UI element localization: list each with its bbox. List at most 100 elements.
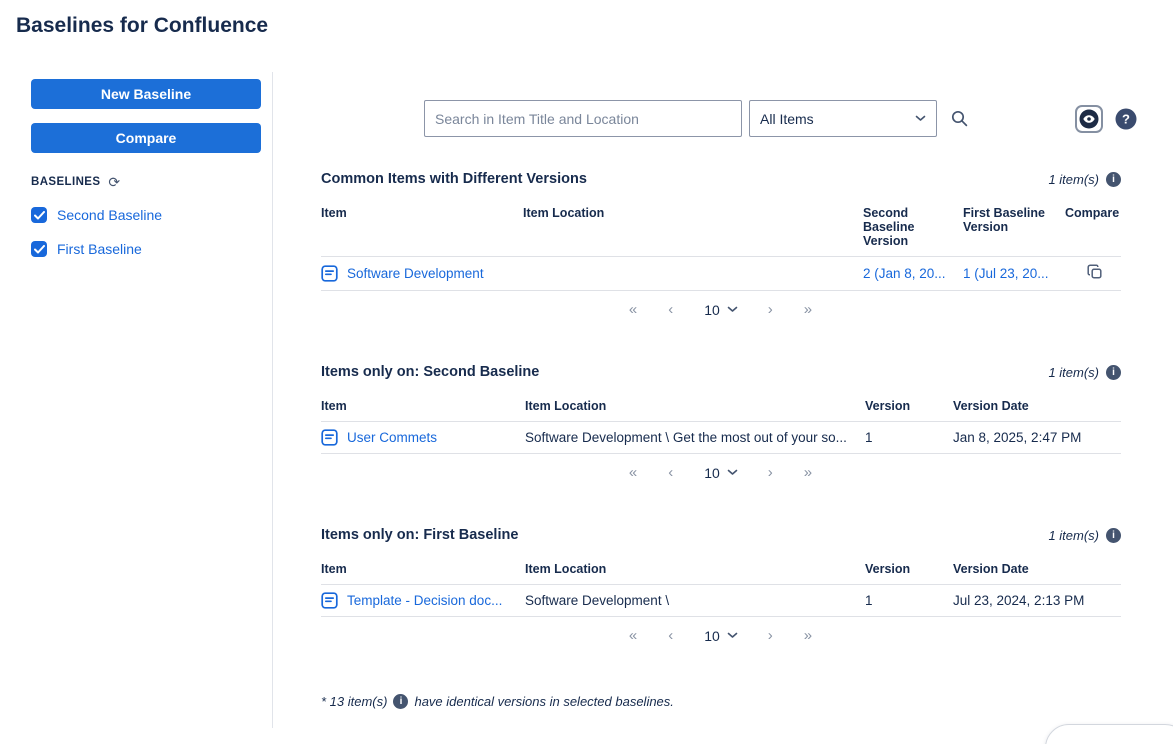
- version-value: 1: [865, 593, 873, 608]
- col-version-date: Version Date: [953, 392, 1121, 422]
- last-page-button[interactable]: »: [804, 301, 813, 318]
- eye-icon: [1079, 109, 1099, 128]
- info-icon[interactable]: i: [393, 694, 409, 709]
- next-page-button[interactable]: ›: [768, 627, 774, 644]
- first-page-button[interactable]: «: [629, 301, 638, 318]
- prev-page-button[interactable]: ‹: [668, 464, 674, 481]
- page-icon: [321, 592, 338, 609]
- layout: New Baseline Compare BASELINES ⟳ Second …: [0, 72, 1173, 728]
- page-title: Baselines for Confluence: [16, 14, 269, 37]
- svg-text:?: ?: [1122, 111, 1130, 126]
- items-filter-select[interactable]: All Items: [749, 100, 937, 137]
- version-value: 1: [865, 430, 873, 445]
- check-icon: [33, 210, 45, 219]
- page-size-select[interactable]: 10: [704, 465, 738, 481]
- col-compare: Compare: [1065, 199, 1121, 257]
- watch-button[interactable]: [1075, 104, 1103, 133]
- pagination: « ‹ 10 › »: [321, 464, 1121, 481]
- chevron-down-icon: [915, 115, 926, 121]
- sidebar: New Baseline Compare BASELINES ⟳ Second …: [31, 72, 261, 728]
- page-size-select[interactable]: 10: [704, 628, 738, 644]
- col-second-baseline-version: Second Baseline Version: [863, 199, 963, 257]
- info-icon[interactable]: i: [1106, 364, 1121, 380]
- baseline-item-second: Second Baseline: [31, 207, 261, 223]
- first-baseline-version-link[interactable]: 1 (Jul 23, 20...: [963, 266, 1049, 281]
- page-icon: [321, 429, 338, 446]
- col-item: Item: [321, 555, 525, 585]
- item-count-text: 1 item(s): [1048, 527, 1099, 543]
- col-version-date: Version Date: [953, 555, 1121, 585]
- info-icon[interactable]: i: [1106, 171, 1121, 187]
- pagination: « ‹ 10 › »: [321, 301, 1121, 318]
- item-count-text: 1 item(s): [1048, 171, 1099, 187]
- chevron-down-icon: [727, 469, 738, 475]
- search-input[interactable]: [424, 100, 742, 137]
- baselines-heading: BASELINES: [31, 176, 101, 188]
- table-row: Software Development 2 (Jan 8, 20... 1 (…: [321, 256, 1121, 291]
- baseline-link-first[interactable]: First Baseline: [57, 241, 142, 257]
- first-baseline-table: Item Item Location Version Version Date …: [321, 555, 1121, 617]
- info-icon[interactable]: i: [1106, 527, 1121, 543]
- new-baseline-button[interactable]: New Baseline: [31, 79, 261, 109]
- copy-compare-icon[interactable]: [1087, 264, 1103, 280]
- second-baseline-version-link[interactable]: 2 (Jan 8, 20...: [863, 266, 946, 281]
- item-location: Software Development \ Get the most out …: [525, 430, 847, 445]
- item-count: 1 item(s) i: [1048, 171, 1121, 187]
- next-page-button[interactable]: ›: [768, 464, 774, 481]
- search-icon[interactable]: [951, 110, 968, 127]
- col-item-location: Item Location: [525, 555, 865, 585]
- item-link[interactable]: Software Development: [347, 266, 484, 281]
- baseline-item-first: First Baseline: [31, 241, 261, 257]
- main-content: All Items: [273, 72, 1173, 728]
- section-common-items: Common Items with Different Versions 1 i…: [321, 171, 1121, 318]
- checkbox-second-baseline[interactable]: [31, 207, 47, 223]
- first-page-button[interactable]: «: [629, 627, 638, 644]
- col-item-location: Item Location: [525, 392, 865, 422]
- refresh-icon[interactable]: ⟳: [108, 175, 120, 189]
- item-count-text: 1 item(s): [1048, 364, 1099, 380]
- question-icon: ?: [1115, 108, 1137, 129]
- baseline-link-second[interactable]: Second Baseline: [57, 207, 162, 223]
- table-row: Template - Decision doc... Software Deve…: [321, 584, 1121, 617]
- help-button[interactable]: ?: [1115, 108, 1137, 130]
- section-first-baseline-only: Items only on: First Baseline 1 item(s) …: [321, 527, 1121, 644]
- section-title: Items only on: Second Baseline: [321, 364, 540, 380]
- pagination: « ‹ 10 › »: [321, 627, 1121, 644]
- col-item-location: Item Location: [523, 199, 863, 257]
- item-link[interactable]: User Commets: [347, 430, 437, 445]
- compare-button[interactable]: Compare: [31, 123, 261, 153]
- last-page-button[interactable]: »: [804, 627, 813, 644]
- app-window: Baselines for Confluence New Baseline Co…: [0, 0, 1173, 744]
- last-page-button[interactable]: »: [804, 464, 813, 481]
- prev-page-button[interactable]: ‹: [668, 301, 674, 318]
- chevron-down-icon: [727, 632, 738, 638]
- toolbar: All Items: [321, 100, 1137, 137]
- item-count: 1 item(s) i: [1048, 364, 1121, 380]
- checkbox-first-baseline[interactable]: [31, 241, 47, 257]
- version-date-value: Jul 23, 2024, 2:13 PM: [953, 593, 1085, 608]
- page-icon: [321, 265, 338, 282]
- col-version: Version: [865, 555, 953, 585]
- identical-versions-note: * 13 item(s) i have identical versions i…: [321, 694, 1121, 709]
- baselines-header: BASELINES ⟳: [31, 175, 261, 189]
- next-page-button[interactable]: ›: [768, 301, 774, 318]
- check-icon: [33, 244, 45, 253]
- col-first-baseline-version: First Baseline Version: [963, 199, 1065, 257]
- item-link[interactable]: Template - Decision doc...: [347, 593, 502, 608]
- note-suffix: have identical versions in selected base…: [414, 694, 674, 709]
- items-filter-value: All Items: [760, 110, 814, 127]
- col-version: Version: [865, 392, 953, 422]
- prev-page-button[interactable]: ‹: [668, 627, 674, 644]
- page-size-select[interactable]: 10: [704, 302, 738, 318]
- version-date-value: Jan 8, 2025, 2:47 PM: [953, 430, 1082, 445]
- section-title: Common Items with Different Versions: [321, 171, 587, 187]
- col-item: Item: [321, 392, 525, 422]
- common-items-table: Item Item Location Second Baseline Versi…: [321, 199, 1121, 291]
- page-size-value: 10: [704, 301, 720, 318]
- section-second-baseline-only: Items only on: Second Baseline 1 item(s)…: [321, 364, 1121, 481]
- item-location: Software Development \: [525, 593, 670, 608]
- first-page-button[interactable]: «: [629, 464, 638, 481]
- corner-widget-button[interactable]: [1045, 724, 1173, 744]
- page-size-value: 10: [704, 464, 720, 481]
- item-count: 1 item(s) i: [1048, 527, 1121, 543]
